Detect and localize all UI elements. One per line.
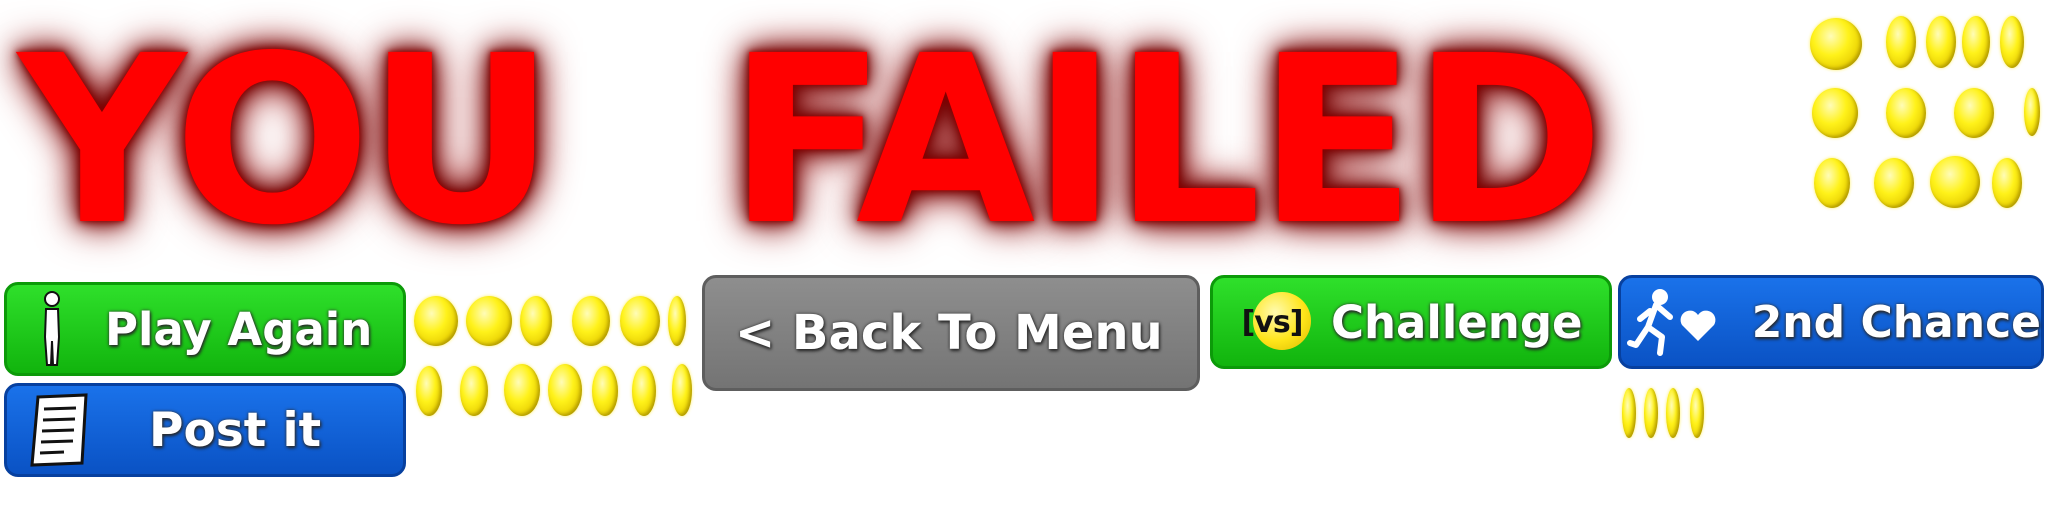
gold-coin-icon	[466, 296, 512, 346]
gold-coin-icon	[1954, 88, 1994, 138]
gold-coin-icon	[1622, 388, 1636, 438]
challenge-label: Challenge	[1331, 295, 1583, 349]
gold-coin-icon	[1992, 158, 2022, 208]
versus-badge: [vs]	[1241, 304, 1304, 340]
versus-ball-icon: [vs]	[1213, 278, 1331, 366]
gold-coin-icon	[1810, 18, 1862, 70]
gold-coin-icon	[548, 364, 582, 416]
gold-coin-icon	[572, 296, 610, 346]
paper-note-icon	[7, 386, 115, 474]
back-to-menu-label: < Back To Menu	[735, 305, 1163, 361]
gold-coin-icon	[1666, 388, 1680, 438]
gold-coin-icon	[2000, 16, 2024, 68]
gold-coin-icon	[1930, 156, 1980, 208]
gold-coin-icon	[1886, 88, 1926, 138]
play-again-button[interactable]: Play Again	[4, 282, 406, 376]
back-to-menu-button[interactable]: < Back To Menu	[702, 275, 1200, 391]
stick-figure-icon	[7, 285, 97, 373]
gold-coin-icon	[1926, 16, 1956, 68]
gold-coin-icon	[1690, 388, 1704, 438]
gold-coin-icon	[620, 296, 660, 346]
gold-coin-icon	[520, 296, 552, 346]
second-chance-label: 2nd Chance	[1751, 296, 2041, 348]
gold-coin-icon	[1814, 158, 1850, 208]
gold-coin-icon	[460, 366, 488, 416]
post-it-button[interactable]: Post it	[4, 383, 406, 477]
gold-coin-icon	[504, 364, 540, 416]
gold-coin-icon	[632, 366, 656, 416]
gold-coin-icon	[668, 296, 686, 346]
gold-coin-icon	[416, 366, 442, 416]
gold-coin-icon	[672, 364, 692, 416]
second-chance-button[interactable]: 2nd Chance	[1618, 275, 2044, 369]
play-again-label: Play Again	[105, 302, 373, 356]
running-figure-heart-icon	[1621, 278, 1728, 366]
gold-coin-icon	[1644, 388, 1658, 438]
gold-coin-icon	[1874, 158, 1914, 208]
title-word-failed: FAILED	[728, 6, 1605, 276]
title-word-you: YOU	[18, 6, 555, 276]
gold-coin-icon	[592, 366, 618, 416]
post-it-label: Post it	[149, 402, 322, 458]
gold-coin-icon	[1886, 16, 1916, 68]
gold-coin-icon	[414, 296, 458, 346]
challenge-button[interactable]: [vs] Challenge	[1210, 275, 1612, 369]
gold-coin-icon	[1962, 16, 1990, 68]
game-over-title: YOU FAILED	[0, 0, 1800, 280]
gold-coin-icon	[1812, 88, 1858, 138]
gold-coin-icon	[2024, 88, 2040, 136]
